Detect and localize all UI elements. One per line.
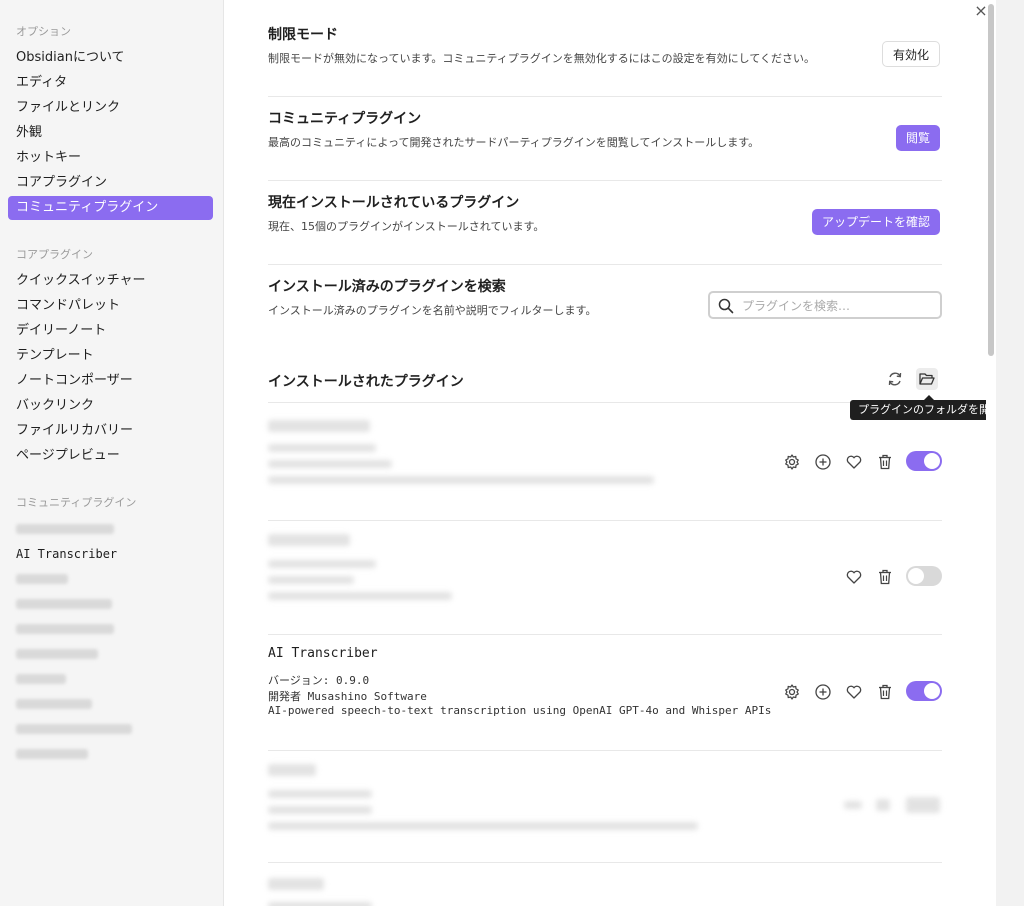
plugin-description: AI-powered speech-to-text transcription … (268, 704, 772, 717)
sidebar-item-daily-notes[interactable]: デイリーノート (8, 319, 213, 343)
search-icon (718, 298, 734, 314)
sidebar-item-appearance[interactable]: 外観 (8, 121, 213, 145)
heart-icon[interactable] (844, 452, 864, 472)
installed-plugins-title: インストールされたプラグイン (268, 374, 464, 390)
trash-icon[interactable] (875, 567, 895, 587)
sidebar-item-blurred-plugin[interactable] (8, 742, 213, 766)
trash-icon[interactable] (875, 682, 895, 702)
setting-description: インストール済みのプラグインを名前や説明でフィルターします。 (268, 304, 597, 317)
setting-title: 現在インストールされているプラグイン (268, 195, 520, 211)
plugin-item-blurred (268, 404, 942, 521)
plugin-version: バージョン: 0.9.0 (268, 674, 370, 687)
sidebar-item-community-plugins[interactable]: コミュニティプラグイン (8, 196, 213, 220)
sidebar-item-blurred-plugin[interactable] (8, 642, 213, 666)
setting-restricted-mode: 制限モード 制限モードが無効になっています。コミュニティプラグインを無効化するに… (268, 24, 942, 97)
plugin-controls (782, 451, 942, 473)
plugin-item-ai-transcriber: AI Transcriber バージョン: 0.9.0 開発者 Musashin… (268, 634, 942, 751)
sidebar-item-note-composer[interactable]: ノートコンポーザー (8, 369, 213, 393)
heart-icon[interactable] (844, 567, 864, 587)
sidebar-item-file-recovery[interactable]: ファイルリカバリー (8, 419, 213, 443)
sidebar-item-editor[interactable]: エディタ (8, 71, 213, 95)
scrollbar-thumb[interactable] (988, 4, 994, 356)
sidebar-item-blurred-plugin[interactable] (8, 592, 213, 616)
plugin-enabled-toggle[interactable] (906, 566, 942, 586)
sidebar-item-blurred-plugin[interactable] (8, 692, 213, 716)
sidebar-item-backlinks[interactable]: バックリンク (8, 394, 213, 418)
sidebar-item-page-preview[interactable]: ページプレビュー (8, 444, 213, 468)
check-updates-button[interactable]: アップデートを確認 (811, 209, 940, 235)
installed-plugins-header: インストールされたプラグイン (268, 368, 942, 403)
setting-title: コミュニティプラグイン (268, 111, 422, 127)
sidebar-heading-community: コミュニティプラグイン (16, 496, 137, 509)
plugin-controls (844, 566, 942, 588)
setting-description: 最高のコミュニティによって開発されたサードパーティプラグインを閲覧してインストー… (268, 136, 760, 149)
sidebar-item-files-links[interactable]: ファイルとリンク (8, 96, 213, 120)
refresh-icon[interactable] (884, 368, 906, 390)
setting-description: 現在、15個のプラグインがインストールされています。 (268, 220, 545, 233)
sidebar-item-ai-transcriber[interactable]: AI Transcriber (8, 542, 213, 566)
plugin-item-blurred (268, 520, 942, 635)
plugin-controls-blurred (844, 795, 942, 817)
setting-installed-plugins-count: 現在インストールされているプラグイン 現在、15個のプラグインがインストールされ… (268, 192, 942, 265)
plugin-author: 開発者 Musashino Software (268, 690, 427, 703)
setting-search-installed: インストール済みのプラグインを検索 インストール済みのプラグインを名前や説明でフ… (268, 276, 942, 348)
sidebar-heading-options: オプション (16, 25, 71, 38)
window-backdrop (996, 0, 1024, 906)
sidebar-item-blurred-plugin[interactable] (8, 517, 213, 541)
setting-description: 制限モードが無効になっています。コミュニティプラグインを無効化するにはこの設定を… (268, 52, 816, 65)
setting-title: インストール済みのプラグインを検索 (268, 279, 506, 295)
sidebar-item-core-plugins[interactable]: コアプラグイン (8, 171, 213, 195)
plugin-enabled-toggle[interactable] (906, 451, 942, 471)
plugin-controls (782, 681, 942, 703)
sidebar-item-templates[interactable]: テンプレート (8, 344, 213, 368)
sidebar-item-blurred-plugin[interactable] (8, 567, 213, 591)
settings-window: オプション Obsidianについて エディタ ファイルとリンク 外観 ホットキ… (0, 0, 1024, 906)
plus-circle-icon[interactable] (813, 452, 833, 472)
plugin-item-blurred (268, 750, 942, 863)
plus-circle-icon[interactable] (813, 682, 833, 702)
sidebar-item-command-palette[interactable]: コマンドパレット (8, 294, 213, 318)
sidebar-item-blurred-plugin[interactable] (8, 667, 213, 691)
sidebar-item-blurred-plugin[interactable] (8, 617, 213, 641)
trash-icon[interactable] (875, 452, 895, 472)
sidebar-heading-core: コアプラグイン (16, 248, 93, 261)
heart-icon[interactable] (844, 682, 864, 702)
gear-icon[interactable] (782, 682, 802, 702)
plugin-enabled-toggle[interactable] (906, 681, 942, 701)
settings-content: 制限モード 制限モードが無効になっています。コミュニティプラグインを無効化するに… (226, 0, 986, 906)
plugin-item-blurred (268, 864, 942, 906)
browse-plugins-button[interactable]: 閲覧 (895, 125, 940, 151)
sidebar-item-about[interactable]: Obsidianについて (8, 46, 213, 70)
folder-open-icon[interactable] (916, 368, 938, 390)
setting-title: 制限モード (268, 27, 338, 43)
settings-sidebar: オプション Obsidianについて エディタ ファイルとリンク 外観 ホットキ… (0, 0, 224, 906)
setting-community-plugins: コミュニティプラグイン 最高のコミュニティによって開発されたサードパーティプラグ… (268, 108, 942, 181)
plugin-search-input[interactable] (740, 296, 934, 316)
gear-icon[interactable] (782, 452, 802, 472)
enable-restricted-mode-button[interactable]: 有効化 (881, 41, 940, 67)
sidebar-item-blurred-plugin[interactable] (8, 717, 213, 741)
sidebar-item-quick-switcher[interactable]: クイックスイッチャー (8, 269, 213, 293)
sidebar-item-hotkeys[interactable]: ホットキー (8, 146, 213, 170)
plugin-search-box (708, 291, 942, 319)
plugin-name: AI Transcriber (268, 646, 378, 661)
